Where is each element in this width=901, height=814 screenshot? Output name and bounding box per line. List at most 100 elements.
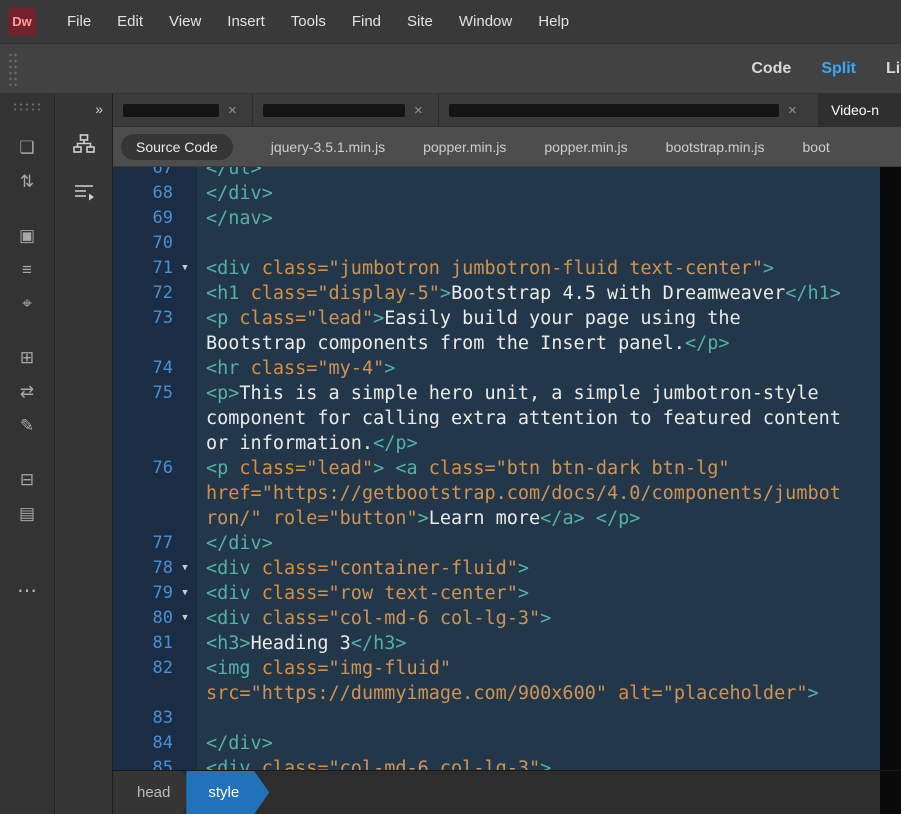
menu-view[interactable]: View <box>156 13 214 30</box>
format-lines-icon[interactable]: ≡ <box>0 253 54 287</box>
files-panel-button[interactable] <box>55 134 112 159</box>
menu-find[interactable]: Find <box>339 13 394 30</box>
code-text: src="https://dummyimage.com/900x600" alt… <box>206 683 819 704</box>
code-line[interactable]: ron/" role="button">Learn more</a> </p> <box>113 506 880 531</box>
related-file[interactable]: jquery-3.5.1.min.js <box>271 139 385 155</box>
code-line[interactable]: 85 <div class="col-md-6 col-lg-3"> <box>113 756 880 770</box>
code-line[interactable]: 71 ▼ <div class="jumbotron jumbotron-fluid… <box>113 256 880 281</box>
code-line[interactable]: 84 </div> <box>113 731 880 756</box>
code-text: </div> <box>206 533 273 554</box>
toolbar-grip <box>8 52 18 86</box>
menu-file[interactable]: File <box>54 13 104 30</box>
panel-grip <box>12 102 42 111</box>
dom-panel-button[interactable] <box>55 183 112 206</box>
code-line[interactable]: 74 <hr class="my-4"> <box>113 356 880 381</box>
fold-arrow-icon[interactable]: ▼ <box>173 256 197 281</box>
vertical-scrollbar[interactable] <box>880 167 901 770</box>
view-mode-split[interactable]: Split <box>806 60 871 78</box>
document-tab-redacted[interactable]: × <box>113 94 253 126</box>
code-line[interactable]: 69 </nav> <box>113 206 880 231</box>
close-icon[interactable]: × <box>414 102 423 119</box>
gutter <box>113 406 197 431</box>
menu-edit[interactable]: Edit <box>104 13 156 30</box>
line-number: 85 <box>152 758 173 770</box>
code-text: </div> <box>206 733 273 754</box>
grid-icon[interactable]: ⊞ <box>0 341 54 375</box>
code-line[interactable]: src="https://dummyimage.com/900x600" alt… <box>113 681 880 706</box>
document-icon[interactable]: ❏ <box>0 131 54 165</box>
code-line[interactable]: 70 <box>113 231 880 256</box>
code-line[interactable]: 79 ▼ <div class="row text-center"> <box>113 581 880 606</box>
expand-panels-button[interactable]: » <box>95 101 103 117</box>
code-line[interactable]: 67 </ul> <box>113 167 880 181</box>
view-mode-code[interactable]: Code <box>736 60 806 78</box>
related-file[interactable]: bootstrap.min.js <box>666 139 765 155</box>
menu-help[interactable]: Help <box>525 13 582 30</box>
code-line[interactable]: 83 <box>113 706 880 731</box>
code-line[interactable]: href="https://getbootstrap.com/docs/4.0/… <box>113 481 880 506</box>
source-code-button[interactable]: Source Code <box>121 133 233 160</box>
view-mode-switcher: CodeSplitLive <box>736 60 901 78</box>
view-mode-live[interactable]: Live <box>871 60 901 78</box>
gutter <box>113 431 197 456</box>
related-file[interactable]: boot <box>803 139 830 155</box>
document-tab-active[interactable]: Video-n <box>819 94 901 126</box>
document-tab-redacted[interactable]: × <box>439 94 819 126</box>
code-line[interactable]: component for calling extra attention to… <box>113 406 880 431</box>
menu-tools[interactable]: Tools <box>278 13 339 30</box>
line-number: 73 <box>152 308 173 328</box>
related-files-bar: Source Code jquery-3.5.1.min.js popper.min… <box>113 127 901 167</box>
code-editor[interactable]: 67 </ul> 68 </div> 69 </nav> 70 71 ▼ <div class="… <box>113 167 880 770</box>
code-line[interactable]: 81 <h3>Heading 3</h3> <box>113 631 880 656</box>
code-text: <p class="lead"> <a class="btn btn-dark … <box>206 458 730 479</box>
code-line[interactable]: 72 <h1 class="display-5">Bootstrap 4.5 wi… <box>113 281 880 306</box>
document-tab-redacted[interactable]: × <box>253 94 439 126</box>
list-arrow-icon <box>73 183 95 206</box>
tag-selector-head[interactable]: head <box>113 771 196 814</box>
menu-items: File Edit View Insert Tools Find Site Window Hel… <box>54 13 582 30</box>
code-line[interactable]: 68 </div> <box>113 181 880 206</box>
code-line[interactable]: 78 ▼ <div class="container-fluid"> <box>113 556 880 581</box>
menu-window[interactable]: Window <box>446 13 525 30</box>
fold-arrow-icon[interactable]: ▼ <box>173 606 197 631</box>
line-number: 79 <box>152 583 173 603</box>
gutter: 71 ▼ <box>113 256 197 281</box>
code-text: <p class="lead">Easily build your page u… <box>206 308 741 329</box>
related-file[interactable]: popper.min.js <box>423 139 506 155</box>
ellipsis-icon[interactable]: ⋯ <box>0 573 54 607</box>
menu-insert[interactable]: Insert <box>214 13 278 30</box>
code-text: <div class="container-fluid"> <box>206 558 530 579</box>
pencil-icon[interactable]: ✎ <box>0 409 54 443</box>
fold-arrow-icon[interactable]: ▼ <box>173 556 197 581</box>
close-icon[interactable]: × <box>228 102 237 119</box>
clipboard-icon[interactable]: ▣ <box>0 219 54 253</box>
comment-icon[interactable]: ⊟ <box>0 463 54 497</box>
gutter: 82 <box>113 656 197 681</box>
fold-arrow-icon[interactable]: ▼ <box>173 581 197 606</box>
close-icon[interactable]: × <box>788 102 797 119</box>
code-line[interactable]: 77 </div> <box>113 531 880 556</box>
swap-horizontal-icon[interactable]: ⇄ <box>0 375 54 409</box>
code-line[interactable]: Bootstrap components from the Insert pan… <box>113 331 880 356</box>
swap-vertical-icon[interactable]: ⇅ <box>0 165 54 199</box>
dreamweaver-window: Dw File Edit View Insert Tools Find Site Window… <box>0 0 901 814</box>
panel-dock: » <box>55 94 113 814</box>
code-line[interactable]: 82 <img class="img-fluid" <box>113 656 880 681</box>
code-line[interactable]: 75 <p>This is a simple hero unit, a simpl… <box>113 381 880 406</box>
comment-lines-icon[interactable]: ▤ <box>0 497 54 531</box>
code-line[interactable]: or information.</p> <box>113 431 880 456</box>
code-line[interactable]: 80 ▼ <div class="col-md-6 col-lg-3"> <box>113 606 880 631</box>
code-text: <hr class="my-4"> <box>206 358 396 379</box>
menu-site[interactable]: Site <box>394 13 446 30</box>
code-line[interactable]: 73 <p class="lead">Easily build your page… <box>113 306 880 331</box>
code-line[interactable]: 76 <p class="lead"> <a class="btn btn-dar… <box>113 456 880 481</box>
target-icon[interactable]: ⌖ <box>0 287 54 321</box>
sitemap-icon <box>72 134 95 159</box>
code-text: <p>This is a simple hero unit, a simple … <box>206 383 819 404</box>
code-text: </ul> <box>206 167 262 179</box>
tag-selector-style[interactable]: style <box>186 771 269 814</box>
gutter <box>113 481 197 506</box>
dreamweaver-logo-icon: Dw <box>8 7 36 36</box>
related-file[interactable]: popper.min.js <box>544 139 627 155</box>
